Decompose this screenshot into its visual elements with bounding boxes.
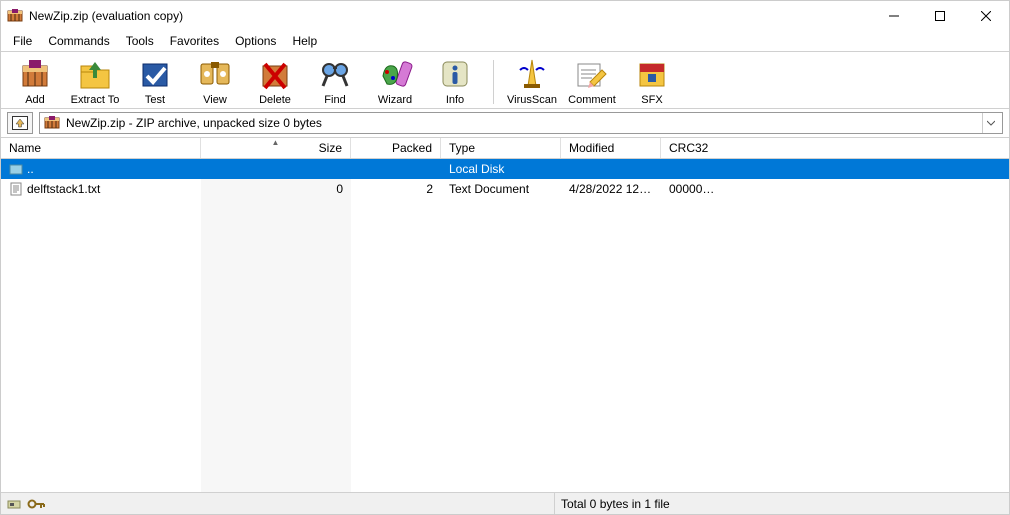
find-button[interactable]: Find xyxy=(309,56,361,108)
archive-icon xyxy=(44,115,60,131)
col-type[interactable]: Type xyxy=(441,138,561,158)
delete-label: Delete xyxy=(259,94,291,106)
file-type: Text Document xyxy=(441,182,561,196)
test-label: Test xyxy=(145,94,165,106)
extract-button[interactable]: Extract To xyxy=(69,56,121,108)
comment-icon xyxy=(574,56,610,92)
parent-name: .. xyxy=(27,162,34,176)
find-icon xyxy=(317,56,353,92)
menu-commands[interactable]: Commands xyxy=(40,32,117,50)
file-packed: 2 xyxy=(351,182,441,196)
up-arrow-icon xyxy=(12,116,28,130)
disk-icon xyxy=(7,497,21,511)
parent-type: Local Disk xyxy=(441,162,561,176)
folder-up-icon xyxy=(9,162,23,176)
extract-icon xyxy=(77,56,113,92)
wizard-icon xyxy=(377,56,413,92)
menu-file[interactable]: File xyxy=(5,32,40,50)
sfx-label: SFX xyxy=(641,94,662,106)
alt-column-shade xyxy=(201,159,351,492)
up-button[interactable] xyxy=(7,112,33,134)
window-title: NewZip.zip (evaluation copy) xyxy=(29,9,871,23)
virusscan-label: VirusScan xyxy=(507,94,557,106)
menubar: File Commands Tools Favorites Options He… xyxy=(1,31,1009,51)
menu-favorites[interactable]: Favorites xyxy=(162,32,227,50)
menu-help[interactable]: Help xyxy=(284,32,325,50)
col-modified[interactable]: Modified xyxy=(561,138,661,158)
view-label: View xyxy=(203,94,227,106)
file-name: delftstack1.txt xyxy=(27,182,100,196)
file-list[interactable]: .. Local Disk delftstack1.txt 0 2 Text D… xyxy=(1,159,1009,492)
key-icon xyxy=(27,497,45,511)
info-label: Info xyxy=(446,94,464,106)
delete-icon xyxy=(257,56,293,92)
titlebar: NewZip.zip (evaluation copy) xyxy=(1,1,1009,31)
wizard-label: Wizard xyxy=(378,94,412,106)
text-file-icon xyxy=(9,182,23,196)
window-controls xyxy=(871,1,1009,31)
info-button[interactable]: Info xyxy=(429,56,481,108)
comment-button[interactable]: Comment xyxy=(566,56,618,108)
file-size: 0 xyxy=(201,182,351,196)
status-summary: Total 0 bytes in 1 file xyxy=(555,497,1009,511)
menu-tools[interactable]: Tools xyxy=(118,32,162,50)
test-button[interactable]: Test xyxy=(129,56,181,108)
add-button[interactable]: Add xyxy=(9,56,61,108)
virusscan-button[interactable]: VirusScan xyxy=(506,56,558,108)
view-button[interactable]: View xyxy=(189,56,241,108)
sort-indicator-icon: ▲ xyxy=(272,138,280,147)
file-crc: 00000000 xyxy=(661,182,726,196)
delete-button[interactable]: Delete xyxy=(249,56,301,108)
info-icon xyxy=(437,56,473,92)
add-icon xyxy=(17,56,53,92)
view-icon xyxy=(197,56,233,92)
status-left xyxy=(1,493,555,514)
virusscan-icon xyxy=(514,56,550,92)
wizard-button[interactable]: Wizard xyxy=(369,56,421,108)
address-field[interactable]: NewZip.zip - ZIP archive, unpacked size … xyxy=(39,112,1003,134)
app-icon xyxy=(7,8,23,24)
menu-options[interactable]: Options xyxy=(227,32,284,50)
sfx-button[interactable]: SFX xyxy=(626,56,678,108)
col-size[interactable]: ▲ Size xyxy=(201,138,351,158)
maximize-button[interactable] xyxy=(917,1,963,31)
col-name[interactable]: Name xyxy=(1,138,201,158)
minimize-button[interactable] xyxy=(871,1,917,31)
comment-label: Comment xyxy=(568,94,616,106)
file-modified: 4/28/2022 12:4... xyxy=(561,182,661,196)
col-crc[interactable]: CRC32 xyxy=(661,138,726,158)
sfx-icon xyxy=(634,56,670,92)
parent-row[interactable]: .. Local Disk xyxy=(1,159,1009,179)
toolbar: Add Extract To Test xyxy=(1,52,1009,108)
extract-label: Extract To xyxy=(71,94,120,106)
column-headers: Name ▲ Size Packed Type Modified CRC32 xyxy=(1,137,1009,159)
chevron-down-icon xyxy=(987,119,995,127)
address-text: NewZip.zip - ZIP archive, unpacked size … xyxy=(66,116,976,130)
addressbar: NewZip.zip - ZIP archive, unpacked size … xyxy=(1,109,1009,137)
statusbar: Total 0 bytes in 1 file xyxy=(1,492,1009,514)
file-row[interactable]: delftstack1.txt 0 2 Text Document 4/28/2… xyxy=(1,179,1009,199)
add-label: Add xyxy=(25,94,45,106)
find-label: Find xyxy=(324,94,345,106)
toolbar-separator xyxy=(493,60,494,104)
test-icon xyxy=(137,56,173,92)
close-button[interactable] xyxy=(963,1,1009,31)
col-packed[interactable]: Packed xyxy=(351,138,441,158)
address-dropdown[interactable] xyxy=(982,113,998,133)
